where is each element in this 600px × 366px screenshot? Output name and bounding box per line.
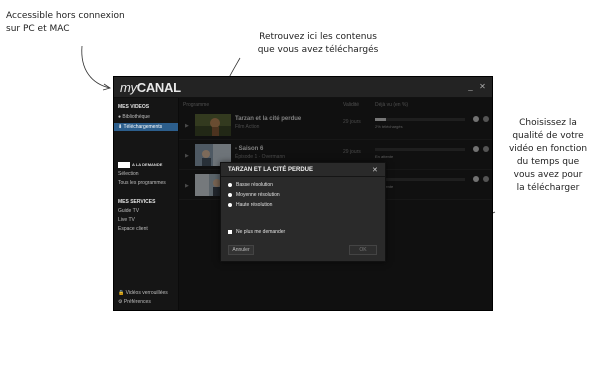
arrow-left xyxy=(81,45,111,89)
dialog-close-button[interactable]: ✕ xyxy=(372,166,378,174)
gear-icon: ⚙ xyxy=(118,299,123,305)
section-mes-services: MES SERVICES xyxy=(118,199,156,205)
canal-a-la-demande-label: A LA DEMANDE xyxy=(132,162,163,167)
sidebar-item-videos-verrouillees[interactable]: 🔒 Vidéos verrouillées xyxy=(118,290,168,296)
mycanal-logo: myCANAL xyxy=(120,80,181,95)
option-moyenne-resolution[interactable]: Moyenne résolution xyxy=(228,192,280,198)
section-mes-videos: MES VIDEOS xyxy=(118,104,150,110)
cancel-button[interactable]: Annuler xyxy=(228,245,254,255)
quality-dialog: TARZAN ET LA CITÉ PERDUE ✕ Basse résolut… xyxy=(220,162,386,262)
option-haute-resolution[interactable]: Haute résolution xyxy=(228,202,272,208)
divider xyxy=(221,176,385,177)
sidebar-item-selection[interactable]: Sélection xyxy=(118,171,139,177)
close-window-button[interactable]: ✕ xyxy=(478,82,487,91)
sidebar-item-live-tv[interactable]: Live TV xyxy=(118,217,135,223)
sidebar-item-preferences[interactable]: ⚙ Préférences xyxy=(118,299,151,305)
sidebar-item-espace-client[interactable]: Espace client xyxy=(118,226,148,232)
dialog-title: TARZAN ET LA CITÉ PERDUE xyxy=(228,167,313,173)
minimize-button[interactable]: _ xyxy=(466,82,475,91)
sidebar-item-guide-tv[interactable]: Guide TV xyxy=(118,208,139,214)
sidebar: MES VIDEOS ● Bibliothèque ⬇ Téléchargeme… xyxy=(114,98,179,310)
ne-plus-demander-checkbox[interactable]: Ne plus me demander xyxy=(228,229,285,235)
checkbox-icon xyxy=(228,229,232,234)
radio-icon xyxy=(228,202,232,207)
sidebar-item-telechargements[interactable]: ⬇ Téléchargements xyxy=(114,123,178,131)
option-basse-resolution[interactable]: Basse résolution xyxy=(228,182,273,188)
lock-icon: 🔒 xyxy=(118,290,125,296)
radio-icon xyxy=(228,192,232,197)
radio-icon xyxy=(228,182,232,187)
canalplus-logo xyxy=(118,162,130,168)
sidebar-item-bibliotheque[interactable]: ● Bibliothèque xyxy=(118,114,150,120)
sidebar-item-tous-programmes[interactable]: Tous les programmes xyxy=(118,180,166,186)
ok-button[interactable]: OK xyxy=(349,245,377,255)
title-bar: myCANAL _ ✕ xyxy=(114,77,492,98)
